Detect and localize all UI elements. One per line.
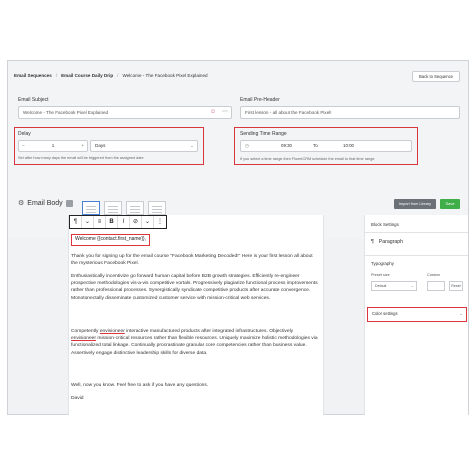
time-from[interactable]: 09:30 [281,141,292,151]
reset-button[interactable]: Reset [449,281,463,291]
paragraph-3[interactable]: Competently envisioneer interactive manu… [71,328,319,357]
delay-hint: Set after how many days the email will b… [18,156,144,160]
align-icon[interactable]: ≡ [94,216,106,228]
more-icon[interactable]: ⋯ [222,107,228,118]
breadcrumb-course[interactable]: Email Course Daily Drip [61,73,113,78]
paragraph-block-label: ¶ Paragraph [371,239,404,245]
settings-icon[interactable]: ⚙ [18,199,24,207]
block-settings-sidebar: Block Settings ¶ Paragraph Typography Pr… [364,215,468,415]
delay-stepper[interactable]: − 1 + [18,140,88,152]
paragraph-1[interactable]: Thank you for signing up for the email c… [71,253,319,267]
typography-heading: Typography [371,261,394,266]
chevron-down-icon: ⌄ [190,143,194,148]
preheader-input[interactable]: First lesson - all about the Facebook Pi… [240,106,460,119]
layout-option-1[interactable] [82,201,100,215]
options-icon[interactable]: ⋮ [154,216,166,228]
chevron-down-icon: ⌄ [459,311,463,316]
layout-option-4[interactable] [148,201,166,215]
preset-size-select[interactable]: Default ⌄ [371,281,417,291]
subject-input[interactable]: Welcome - The Facebook Pixel Explained ☺… [18,106,232,119]
breadcrumb: Email Sequences / Email Course Daily Dri… [14,73,208,78]
time-to[interactable]: 10:00 [343,141,354,151]
paragraph-icon[interactable]: ¶ [70,216,82,228]
custom-size-input[interactable] [427,281,445,291]
bold-icon[interactable]: B [106,216,118,228]
increment-button[interactable]: + [81,141,84,151]
more-format-icon[interactable]: ⌄ [142,216,154,228]
app-frame: Email Sequences / Email Course Daily Dri… [7,60,469,415]
block-settings-title: Block Settings [371,222,399,227]
signature[interactable]: David [71,395,319,402]
color-settings-toggle[interactable]: Color settings ⌄ [367,307,467,322]
custom-size-label: Custom [427,273,441,277]
back-to-sequence-button[interactable]: Back to Sequence [412,71,460,82]
pilcrow-icon: ¶ [371,239,374,245]
block-toolbar: ¶ ⌄ ≡ B I ⊘ ⌄ ⋮ [69,215,167,229]
sending-time-hint: If you select a time range then FluentCR… [240,157,375,161]
save-button[interactable]: Save [440,199,460,209]
preset-size-label: Preset size [371,273,390,277]
sending-time-label: Sending Time Range [240,131,287,137]
import-from-library-button[interactable]: Import from Library [393,199,436,209]
greeting-text[interactable]: Welcome {{contact.first_name}}, [71,234,151,246]
layout-option-3[interactable] [126,201,144,215]
breadcrumb-current: Welcome - The Facebook Pixel Explained [122,73,208,78]
time-range-picker[interactable]: ◷ 09:30 To 10:00 [240,140,412,152]
layout-option-2[interactable] [104,201,122,215]
move-icon[interactable]: ⌄ [82,216,94,228]
email-body-heading: ⚙ Email Body [18,199,73,207]
emoji-icon[interactable]: ☺ [210,107,216,118]
delay-unit-select[interactable]: Days ⌄ [90,140,198,152]
email-settings-panel: Email Sequences / Email Course Daily Dri… [8,61,468,239]
preheader-label: Email Pre-Header [240,97,280,103]
info-badge-icon[interactable] [65,199,73,207]
delay-label: Delay [18,131,31,137]
time-to-label: To [313,143,318,148]
email-editor[interactable]: ¶ ⌄ ≡ B I ⊘ ⌄ ⋮ Welcome {{contact.first_… [68,215,324,415]
chevron-down-icon: ⌄ [410,284,414,288]
paragraph-4[interactable]: Well, now you know. Feel free to ask if … [71,382,319,389]
delay-value: 1 [51,143,55,148]
italic-icon[interactable]: I [118,216,130,228]
subject-label: Email Subject [18,97,49,103]
link-icon[interactable]: ⊘ [130,216,142,228]
paragraph-2[interactable]: Enthusiastically incentivize go forward … [71,273,319,302]
clock-icon: ◷ [245,143,249,148]
breadcrumb-sequences[interactable]: Email Sequences [14,73,52,78]
